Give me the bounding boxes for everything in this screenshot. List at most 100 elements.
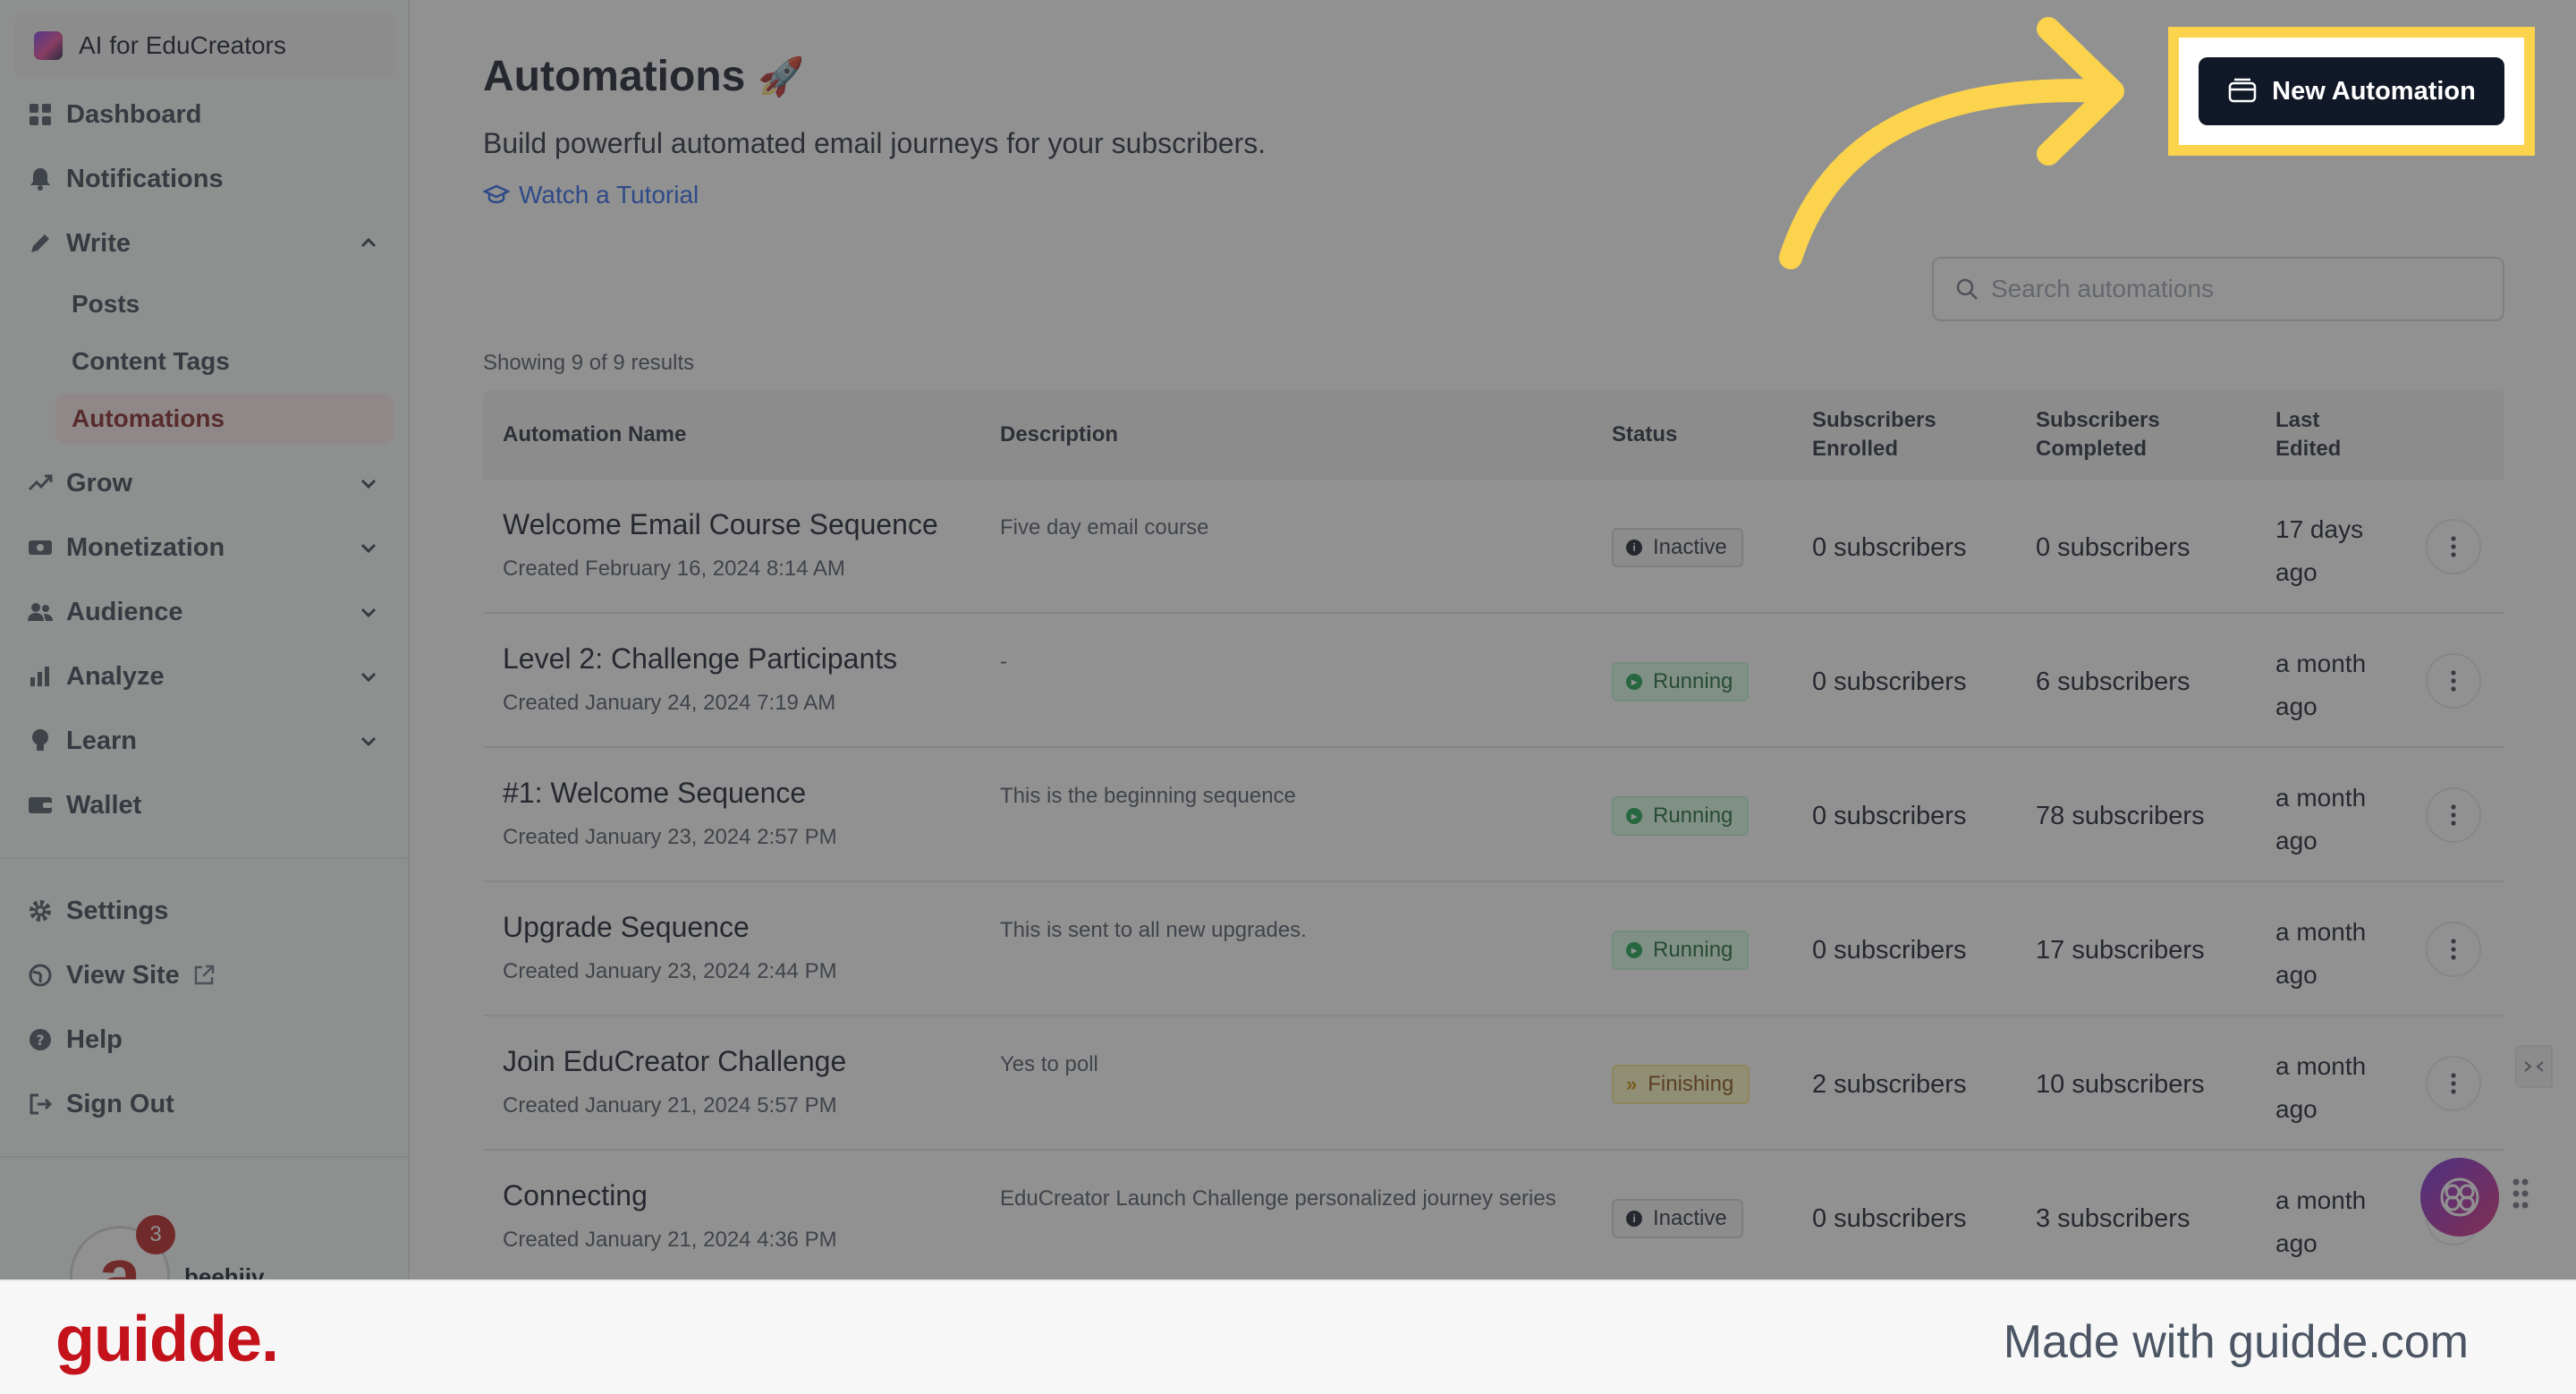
subscribers-enrolled: 0 subscribers xyxy=(1812,802,1967,830)
sidebar-item-dashboard[interactable]: Dashboard xyxy=(27,88,394,141)
app-window: AI for EduCreators Dashboard Notificatio… xyxy=(0,0,2576,1279)
sidebar-item-learn[interactable]: Learn xyxy=(27,714,394,768)
row-actions-button[interactable] xyxy=(2426,1056,2481,1111)
created-date: Created January 21, 2024 5:57 PM xyxy=(503,1093,837,1118)
sidebar-item-write[interactable]: Write xyxy=(27,217,394,270)
play-icon: ▸ xyxy=(1626,942,1642,958)
row-actions-button[interactable] xyxy=(2426,922,2481,977)
sidebar-item-label: Wallet xyxy=(66,790,142,820)
double-chevron-right-icon: » xyxy=(1626,1073,1638,1095)
search-input[interactable] xyxy=(1991,275,2492,303)
guidde-footer: guidde. Made with guidde.com xyxy=(0,1279,2576,1394)
sidebar-item-wallet[interactable]: Wallet xyxy=(27,778,394,832)
sidebar-item-label: Notifications xyxy=(66,164,224,193)
lightbulb-icon xyxy=(27,727,54,754)
status-badge: » Finishing xyxy=(1612,1065,1750,1104)
sidebar-item-view-site[interactable]: View Site xyxy=(27,948,394,1002)
highlight-frame xyxy=(2168,27,2535,156)
subscribers-completed: 6 subscribers xyxy=(2036,667,2190,696)
notification-count-badge: 3 xyxy=(136,1215,175,1254)
sidebar-item-monetization[interactable]: Monetization xyxy=(27,521,394,574)
last-edited: 17 days ago xyxy=(2275,515,2364,586)
subscribers-completed: 78 subscribers xyxy=(2036,802,2205,830)
status-badge: ▸ Running xyxy=(1612,662,1750,701)
table-row[interactable]: #1: Welcome Sequence Created January 23,… xyxy=(483,748,2504,882)
collapse-arrows-icon xyxy=(2524,1061,2544,1072)
last-edited: a month ago xyxy=(2275,1052,2367,1123)
column-header-enrolled[interactable]: Subscribers Enrolled xyxy=(1812,406,1936,463)
row-actions-button[interactable] xyxy=(2426,519,2481,574)
guidde-logo: guidde. xyxy=(55,1304,279,1375)
sidebar-item-label: Learn xyxy=(66,726,137,755)
sidebar: AI for EduCreators Dashboard Notificatio… xyxy=(0,0,410,1279)
subscribers-enrolled: 0 subscribers xyxy=(1812,667,1967,696)
workspace-name: AI for EduCreators xyxy=(79,31,286,59)
automation-name[interactable]: Join EduCreator Challenge xyxy=(503,1045,846,1078)
chevron-down-icon xyxy=(360,479,377,489)
user-name: beehiiv xyxy=(184,1263,265,1279)
automation-name[interactable]: Level 2: Challenge Participants xyxy=(503,642,897,676)
chevron-down-icon xyxy=(360,736,377,747)
chevron-down-icon xyxy=(360,672,377,683)
row-actions-button[interactable] xyxy=(2426,787,2481,843)
table-row[interactable]: Join EduCreator Challenge Created Januar… xyxy=(483,1016,2504,1151)
automation-name[interactable]: #1: Welcome Sequence xyxy=(503,777,806,810)
workspace-switcher[interactable]: AI for EduCreators xyxy=(14,13,395,79)
subscribers-enrolled: 2 subscribers xyxy=(1812,1070,1967,1099)
sidebar-item-label: Audience xyxy=(66,597,183,626)
last-edited: a month ago xyxy=(2275,918,2367,989)
sidebar-item-label: Monetization xyxy=(66,532,225,562)
sidebar-item-label: Sign Out xyxy=(66,1089,174,1118)
automation-description: Five day email course xyxy=(1000,515,1209,540)
column-header-description[interactable]: Description xyxy=(1000,421,1118,449)
sidebar-divider xyxy=(0,1156,410,1158)
table-header: Automation Name Description Status Subsc… xyxy=(483,390,2504,480)
sidebar-item-sign-out[interactable]: Sign Out xyxy=(27,1077,394,1131)
automation-name[interactable]: Welcome Email Course Sequence xyxy=(503,508,938,541)
table-row[interactable]: Welcome Email Course Sequence Created Fe… xyxy=(483,480,2504,614)
column-header-status[interactable]: Status xyxy=(1612,421,1677,449)
sidebar-item-audience[interactable]: Audience xyxy=(27,585,394,639)
sidebar-item-label: Dashboard xyxy=(66,99,202,129)
results-count: Showing 9 of 9 results xyxy=(483,351,695,375)
bar-chart-icon xyxy=(27,663,54,690)
trend-up-icon xyxy=(27,470,54,497)
play-icon: ▸ xyxy=(1626,808,1642,824)
table-row[interactable]: Level 2: Challenge Participants Created … xyxy=(483,614,2504,748)
sidebar-item-settings[interactable]: Settings xyxy=(27,884,394,938)
created-date: Created January 23, 2024 2:44 PM xyxy=(503,959,837,983)
ai-assistant-button[interactable] xyxy=(2420,1158,2499,1237)
created-date: Created February 16, 2024 8:14 AM xyxy=(503,557,845,581)
last-edited: a month ago xyxy=(2275,784,2367,854)
automation-name[interactable]: Connecting xyxy=(503,1179,648,1212)
status-badge: ▸ Running xyxy=(1612,796,1750,836)
sign-out-icon xyxy=(27,1091,54,1118)
sidebar-subitem-posts[interactable]: Posts xyxy=(55,279,394,329)
column-header-completed[interactable]: Subscribers Completed xyxy=(2036,406,2160,463)
sidebar-item-help[interactable]: ? Help xyxy=(27,1013,394,1067)
more-vertical-icon xyxy=(2451,536,2456,557)
sidebar-subitem-automations[interactable]: Automations xyxy=(55,394,394,444)
page-subtitle: Build powerful automated email journeys … xyxy=(483,127,1267,159)
sidebar-item-notifications[interactable]: Notifications xyxy=(27,152,394,206)
last-edited: a month ago xyxy=(2275,650,2367,720)
watch-tutorial-link[interactable]: Watch a Tutorial xyxy=(483,181,699,209)
last-edited: a month ago xyxy=(2275,1186,2367,1257)
table-row[interactable]: Connecting Created January 21, 2024 4:36… xyxy=(483,1151,2504,1279)
sidebar-item-grow[interactable]: Grow xyxy=(27,456,394,510)
created-date: Created January 24, 2024 7:19 AM xyxy=(503,691,836,715)
column-header-name[interactable]: Automation Name xyxy=(503,421,686,449)
subscribers-completed: 17 subscribers xyxy=(2036,936,2205,965)
column-header-last-edited[interactable]: Last Edited xyxy=(2275,406,2341,463)
table-row[interactable]: Upgrade Sequence Created January 23, 202… xyxy=(483,882,2504,1016)
sidebar-item-analyze[interactable]: Analyze xyxy=(27,650,394,703)
row-actions-button[interactable] xyxy=(2426,653,2481,709)
collapse-panel-button[interactable] xyxy=(2515,1045,2553,1088)
automation-name[interactable]: Upgrade Sequence xyxy=(503,911,750,944)
sidebar-divider xyxy=(0,857,410,859)
sidebar-subitem-content-tags[interactable]: Content Tags xyxy=(55,336,394,387)
drag-handle-icon[interactable] xyxy=(2512,1177,2529,1210)
subscribers-enrolled: 0 subscribers xyxy=(1812,533,1967,562)
help-icon: ? xyxy=(27,1026,54,1053)
sidebar-item-label: View Site xyxy=(66,960,180,990)
